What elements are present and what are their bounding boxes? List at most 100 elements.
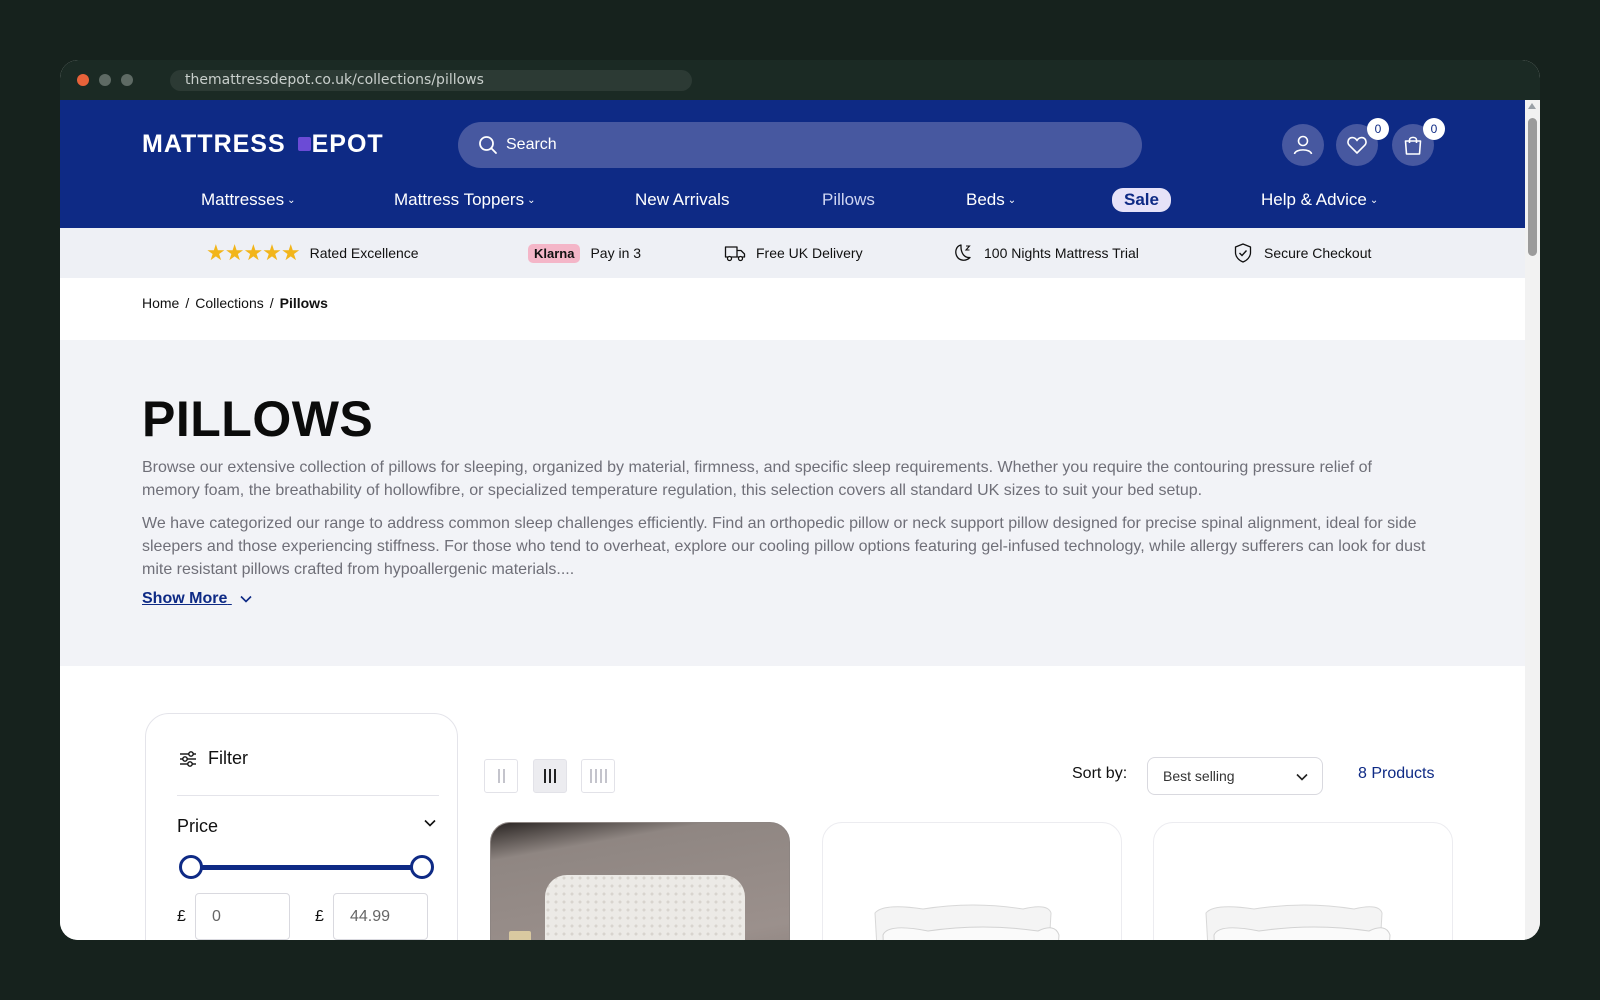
page-scrollbar[interactable] — [1525, 100, 1540, 940]
price-max-input[interactable] — [333, 893, 428, 940]
grid-2-columns-button[interactable] — [484, 759, 518, 793]
search-input[interactable] — [506, 122, 1106, 168]
nav-item-help-advice[interactable]: Help & Advice ⌄ — [1261, 188, 1378, 212]
cart-button[interactable]: 0 — [1392, 118, 1445, 166]
maximize-window-button[interactable] — [121, 74, 133, 86]
klarna-logo: Klarna — [528, 243, 581, 263]
page-viewport: MATTRESS EPOT Search 0 0 Mattresses ⌄ Ma… — [60, 100, 1525, 940]
logo-d-mark — [297, 137, 311, 151]
wall-socket-image-detail — [509, 931, 531, 940]
chevron-down-icon[interactable] — [424, 819, 436, 827]
nav-item-new-arrivals[interactable]: New Arrivals — [635, 188, 729, 212]
currency-symbol: £ — [177, 908, 186, 925]
moon-icon — [955, 244, 971, 261]
breadcrumb-home[interactable]: Home — [142, 295, 179, 311]
logo-text-start: MATTRESS — [142, 129, 294, 158]
chevron-down-icon: ⌄ — [1007, 194, 1017, 206]
site-logo[interactable]: MATTRESS EPOT — [142, 130, 384, 158]
divider — [177, 795, 439, 796]
price-slider-track[interactable] — [191, 865, 429, 870]
usp-rating: ★★★★★ Rated Excellence — [206, 240, 419, 265]
nav-item-label: Sale — [1124, 190, 1159, 209]
breadcrumb-separator: / — [185, 295, 190, 311]
nav-item-label: Mattresses — [201, 190, 285, 209]
cart-count-badge: 0 — [1423, 118, 1445, 140]
show-more-button[interactable]: Show More — [142, 590, 252, 608]
breadcrumb: Home / Collections / Pillows — [142, 295, 328, 311]
nav-item-label: Beds — [966, 190, 1005, 209]
product-card[interactable] — [822, 822, 1122, 940]
site-header: MATTRESS EPOT Search 0 0 Mattresses ⌄ Ma… — [60, 100, 1525, 228]
wishlist-count-badge: 0 — [1367, 118, 1389, 140]
usp-bar: ★★★★★ Rated Excellence Klarna Pay in 3 F… — [60, 228, 1525, 278]
breadcrumb-separator: / — [269, 295, 274, 311]
product-count: 8 Products — [1358, 765, 1435, 782]
user-icon — [1293, 135, 1313, 155]
minimize-window-button[interactable] — [99, 74, 111, 86]
currency-symbol: £ — [315, 908, 324, 925]
main-nav: Mattresses ⌄ Mattress Toppers ⌄ New Arriva… — [60, 180, 1525, 220]
nav-item-label: Mattress Toppers — [394, 190, 525, 209]
chevron-down-icon: ⌄ — [287, 194, 296, 206]
sort-select[interactable]: Best selling — [1147, 757, 1323, 795]
collection-description-2: We have categorized our range to address… — [142, 515, 1426, 578]
filter-header: Filter — [178, 748, 248, 769]
product-card[interactable] — [1153, 822, 1453, 940]
page-title: PILLOWS — [142, 391, 374, 447]
usp-klarna-text: Pay in 3 — [590, 245, 642, 261]
logo-text-end: EPOT — [311, 129, 384, 158]
usp-rating-text: Rated Excellence — [309, 245, 419, 261]
nav-item-label: Pillows — [822, 190, 875, 209]
sort-selected-value: Best selling — [1163, 768, 1235, 784]
usp-trial-text: 100 Nights Mattress Trial — [984, 245, 1139, 261]
nav-item-sale[interactable]: Sale — [1112, 188, 1171, 212]
collection-intro: PILLOWS Browse our extensive collection … — [60, 340, 1525, 666]
usp-delivery-text: Free UK Delivery — [756, 245, 863, 261]
four-column-icon — [589, 769, 607, 783]
filter-title: Filter — [208, 748, 248, 768]
price-filter-toggle[interactable]: Price — [177, 816, 218, 837]
nav-item-pillows[interactable]: Pillows — [822, 188, 875, 212]
filter-panel: Filter Price £ £ — [145, 713, 458, 940]
account-button[interactable] — [1282, 124, 1324, 166]
breadcrumb-collections[interactable]: Collections — [195, 295, 263, 311]
heart-icon — [1347, 136, 1367, 154]
sort-label: Sort by: — [1072, 765, 1128, 782]
nav-item-mattresses[interactable]: Mattresses ⌄ — [201, 188, 296, 212]
usp-klarna: Klarna Pay in 3 — [528, 242, 641, 264]
usp-checkout: Secure Checkout — [1232, 242, 1371, 264]
usp-trial: 100 Nights Mattress Trial — [952, 242, 1139, 264]
product-image[interactable] — [823, 823, 1122, 940]
scrollbar-thumb[interactable] — [1528, 118, 1537, 256]
search-icon — [479, 136, 497, 154]
grid-4-columns-button[interactable] — [581, 759, 615, 793]
collection-description-1: Browse our extensive collection of pillo… — [142, 459, 1372, 499]
truck-icon — [724, 246, 746, 262]
price-slider-max-handle[interactable] — [410, 855, 434, 879]
chevron-down-icon: ⌄ — [527, 194, 536, 206]
scroll-up-arrow-icon[interactable] — [1528, 103, 1536, 109]
bag-icon — [1404, 136, 1422, 155]
nav-item-label: Help & Advice — [1261, 190, 1367, 209]
close-window-button[interactable] — [77, 74, 89, 86]
five-stars-icon: ★★★★★ — [206, 240, 301, 265]
address-bar[interactable]: themattressdepot.co.uk/collections/pillo… — [170, 70, 692, 91]
two-column-icon — [497, 769, 505, 783]
nav-item-mattress-toppers[interactable]: Mattress Toppers ⌄ — [394, 188, 535, 212]
chevron-down-icon: ⌄ — [1369, 194, 1379, 206]
price-slider-min-handle[interactable] — [179, 855, 203, 879]
search-bar[interactable] — [458, 122, 1142, 168]
three-column-icon — [544, 769, 556, 783]
price-min-input[interactable] — [195, 893, 290, 940]
breadcrumb-current: Pillows — [279, 295, 328, 311]
memory-foam-pillow-image — [545, 875, 745, 940]
product-image[interactable] — [1154, 823, 1453, 940]
usp-delivery: Free UK Delivery — [724, 242, 863, 264]
nav-item-beds[interactable]: Beds ⌄ — [966, 188, 1016, 212]
browser-window: themattressdepot.co.uk/collections/pillo… — [60, 60, 1540, 940]
grid-3-columns-button[interactable] — [533, 759, 567, 793]
product-card[interactable] — [490, 822, 790, 940]
wishlist-button[interactable]: 0 — [1336, 118, 1389, 166]
nav-item-label: New Arrivals — [635, 190, 730, 209]
chevron-down-icon — [1296, 773, 1308, 781]
